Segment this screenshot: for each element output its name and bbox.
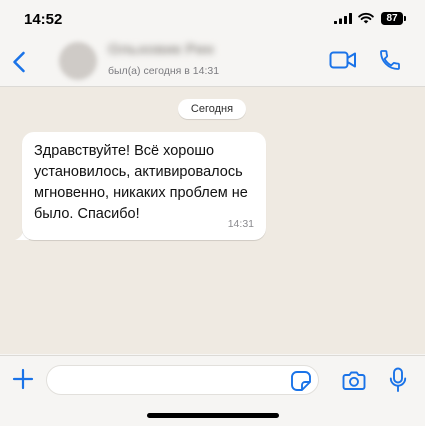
contact-name[interactable]: Ольховик Рин [108, 41, 214, 58]
message-input[interactable] [46, 365, 319, 395]
wifi-icon [358, 12, 374, 24]
camera-icon[interactable] [342, 370, 366, 391]
avatar[interactable] [59, 42, 97, 80]
home-indicator [147, 413, 279, 418]
battery-tip [404, 16, 406, 21]
last-seen-status: был(а) сегодня в 14:31 [108, 65, 220, 77]
message-bubble[interactable]: Здравствуйте! Всё хорошо установилось, а… [22, 132, 266, 240]
chat-header: Ольховик Рин был(а) сегодня в 14:31 [0, 36, 425, 87]
plus-icon[interactable] [12, 368, 34, 390]
status-bar: 14:52 87 [0, 0, 425, 36]
message-time: 14:31 [227, 218, 254, 230]
sticker-icon[interactable] [290, 370, 312, 392]
status-time: 14:52 [24, 11, 63, 28]
date-separator: Сегодня [178, 99, 246, 119]
input-bar [0, 355, 425, 426]
back-chevron-icon[interactable] [10, 50, 30, 74]
chat-area[interactable]: Сегодня Здравствуйте! Всё хорошо установ… [0, 87, 425, 354]
message-text: Здравствуйте! Всё хорошо установилось, а… [34, 143, 248, 222]
phone-call-icon[interactable] [378, 48, 402, 72]
signal-icon [334, 13, 352, 24]
video-call-icon[interactable] [329, 50, 357, 70]
battery-indicator: 87 [381, 12, 403, 25]
microphone-icon[interactable] [389, 367, 407, 393]
